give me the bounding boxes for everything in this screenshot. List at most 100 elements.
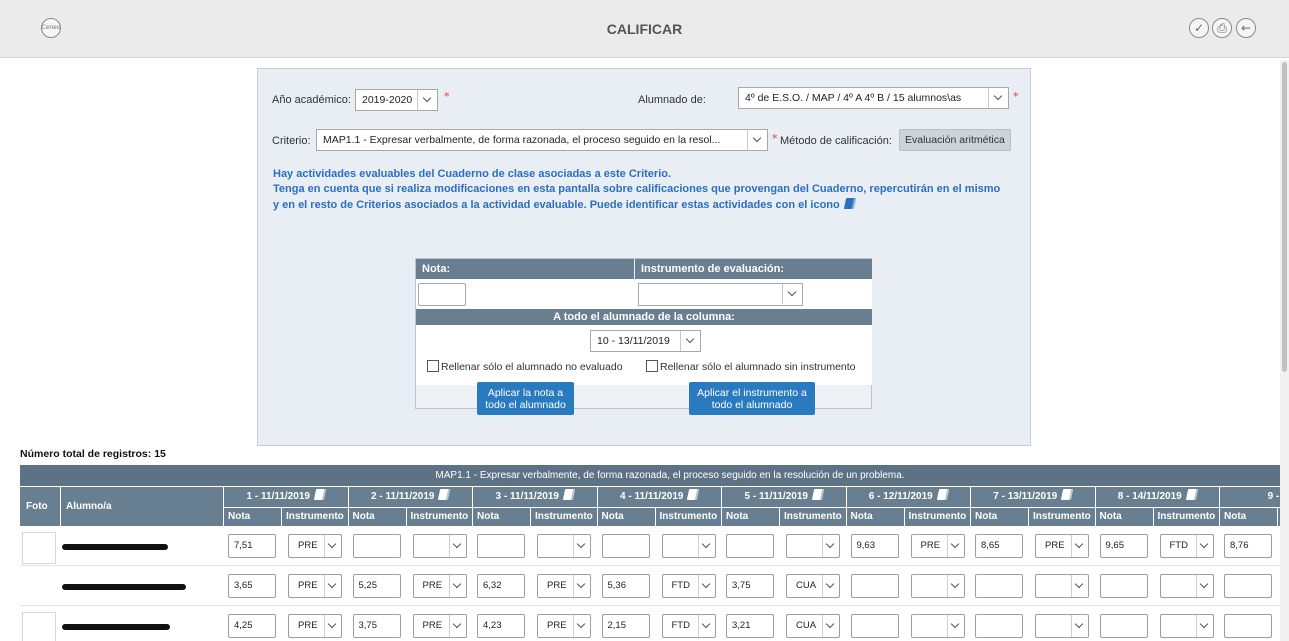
- confirm-check-icon[interactable]: ✓: [1189, 18, 1209, 38]
- year-value: 2019-2020: [362, 94, 413, 106]
- grade-input[interactable]: 5,25: [352, 574, 401, 598]
- instrument-select[interactable]: PRE: [288, 614, 342, 638]
- grade-input[interactable]: 2,15: [601, 614, 650, 638]
- grade-input[interactable]: [352, 534, 401, 558]
- column-header-6[interactable]: 6 - 12/11/2019: [846, 487, 970, 507]
- instrument-select[interactable]: PRE: [288, 574, 342, 598]
- bulk-grade-input[interactable]: [418, 283, 466, 306]
- grade-input[interactable]: [850, 574, 899, 598]
- apply-grade-button[interactable]: Aplicar la nota a todo el alumnado: [477, 382, 574, 415]
- student-name-redacted[interactable]: [62, 544, 168, 550]
- grade-input[interactable]: [850, 614, 899, 638]
- instrument-value: PRE: [298, 540, 318, 551]
- grade-input[interactable]: 9,65: [1099, 534, 1148, 558]
- foto-header: Foto: [20, 487, 60, 526]
- column-header-7[interactable]: 7 - 13/11/2019: [971, 487, 1095, 507]
- instrument-select[interactable]: PRE: [288, 534, 342, 558]
- instrument-subheader: Instrumento: [1153, 508, 1219, 526]
- method-badge: Evaluación aritmética: [899, 129, 1011, 151]
- group-select[interactable]: 4º de E.S.O. / MAP / 4º A 4º B / 15 alum…: [738, 87, 1009, 109]
- instrument-value: PRE: [422, 580, 443, 591]
- grade-input[interactable]: [477, 534, 525, 558]
- grade-input[interactable]: 3,65: [228, 574, 276, 598]
- grade-input[interactable]: [975, 614, 1023, 638]
- grade-input[interactable]: [1099, 574, 1148, 598]
- instrument-select[interactable]: PRE: [1035, 534, 1089, 558]
- instrument-select[interactable]: [537, 534, 591, 558]
- instrument-select[interactable]: [910, 574, 965, 598]
- back-arrow-icon[interactable]: ←: [1236, 18, 1256, 38]
- instrument-select[interactable]: PRE: [910, 534, 965, 558]
- instrument-select[interactable]: [412, 534, 467, 558]
- instrument-select[interactable]: PRE: [412, 574, 467, 598]
- check-unevaluated[interactable]: Rellenar sólo el alumnado no evaluado: [427, 360, 623, 373]
- grade-input[interactable]: [726, 534, 774, 558]
- instrument-select[interactable]: PRE: [412, 614, 467, 638]
- chevron-down-icon: [697, 575, 715, 597]
- instrument-select[interactable]: [661, 534, 716, 558]
- grade-input[interactable]: 7,51: [228, 534, 276, 558]
- grade-input[interactable]: 3,75: [726, 574, 774, 598]
- student-name-redacted[interactable]: [62, 624, 170, 630]
- apply-instrument-button[interactable]: Aplicar el instrumento a todo el alumnad…: [689, 382, 815, 415]
- grade-input[interactable]: [1224, 614, 1272, 638]
- column-select[interactable]: 10 - 13/11/2019: [590, 330, 701, 352]
- page-title: CALIFICAR: [606, 21, 683, 37]
- instrument-select[interactable]: PRE: [537, 614, 591, 638]
- grade-input[interactable]: 4,25: [228, 614, 276, 638]
- instrument-select[interactable]: [1159, 574, 1214, 598]
- grade-input[interactable]: 3,21: [726, 614, 774, 638]
- grade-input[interactable]: [1099, 614, 1148, 638]
- instrument-select[interactable]: CUA: [786, 614, 840, 638]
- notebook-icon: [562, 489, 576, 500]
- bulk-instrument-select[interactable]: [638, 283, 803, 306]
- student-header[interactable]: Alumno/a: [61, 487, 223, 526]
- chevron-down-icon: [697, 535, 715, 557]
- group-label: Alumnado de:: [638, 94, 706, 106]
- grade-input[interactable]: [1224, 574, 1272, 598]
- year-select[interactable]: 2019-2020: [355, 89, 438, 111]
- instrument-select[interactable]: FTD: [1159, 534, 1214, 558]
- column-header-9[interactable]: 9 - 14/: [1220, 487, 1280, 507]
- grade-input[interactable]: 9,63: [850, 534, 899, 558]
- instrument-select[interactable]: FTD: [661, 614, 716, 638]
- chevron-down-icon: [1195, 615, 1213, 637]
- criterion-select[interactable]: MAP1.1 - Expresar verbalmente, de forma …: [316, 129, 768, 151]
- chevron-down-icon: [324, 615, 341, 637]
- grade-input[interactable]: [601, 534, 650, 558]
- instrument-subheader: Instrumento: [282, 508, 348, 526]
- chevron-down-icon: [448, 535, 466, 557]
- print-icon[interactable]: ⎙: [1212, 18, 1232, 38]
- instrument-select[interactable]: [1035, 574, 1089, 598]
- grade-input[interactable]: [975, 574, 1023, 598]
- method-label: Método de calificación:: [780, 135, 892, 147]
- checkbox[interactable]: [427, 360, 439, 372]
- scrollbar-thumb[interactable]: [1282, 62, 1287, 372]
- grade-input[interactable]: 8,65: [975, 534, 1023, 558]
- instrument-select[interactable]: PRE: [537, 574, 591, 598]
- instrument-select[interactable]: FTD: [661, 574, 716, 598]
- instrument-subheader: Instrumento: [531, 508, 597, 526]
- instrument-select[interactable]: [1159, 614, 1214, 638]
- grade-input[interactable]: 8,76: [1224, 534, 1272, 558]
- instrument-select[interactable]: [786, 534, 840, 558]
- check-no-instrument[interactable]: Rellenar sólo el alumnado sin instrument…: [646, 360, 856, 373]
- grade-input[interactable]: 3,75: [352, 614, 401, 638]
- instrument-select[interactable]: CUA: [786, 574, 840, 598]
- grade-input[interactable]: 4,23: [477, 614, 525, 638]
- instrument-select[interactable]: [1035, 614, 1089, 638]
- column-header-4[interactable]: 4 - 11/11/2019: [597, 487, 721, 507]
- grade-input[interactable]: 5,36: [601, 574, 650, 598]
- nota-subheader: Nota: [1220, 508, 1277, 526]
- instrument-select[interactable]: [910, 614, 965, 638]
- student-name-redacted[interactable]: [62, 584, 186, 590]
- instrument-value: FTD: [1169, 540, 1188, 551]
- column-header-3[interactable]: 3 - 11/11/2019: [473, 487, 597, 507]
- column-header-2[interactable]: 2 - 11/11/2019: [348, 487, 472, 507]
- checkbox[interactable]: [646, 360, 658, 372]
- column-header-8[interactable]: 8 - 14/11/2019: [1095, 487, 1219, 507]
- column-header-5[interactable]: 5 - 11/11/2019: [722, 487, 846, 507]
- apply-instrument-label-1: Aplicar el instrumento a: [697, 386, 807, 399]
- grade-input[interactable]: 6,32: [477, 574, 525, 598]
- column-header-1[interactable]: 1 - 11/11/2019: [224, 487, 348, 507]
